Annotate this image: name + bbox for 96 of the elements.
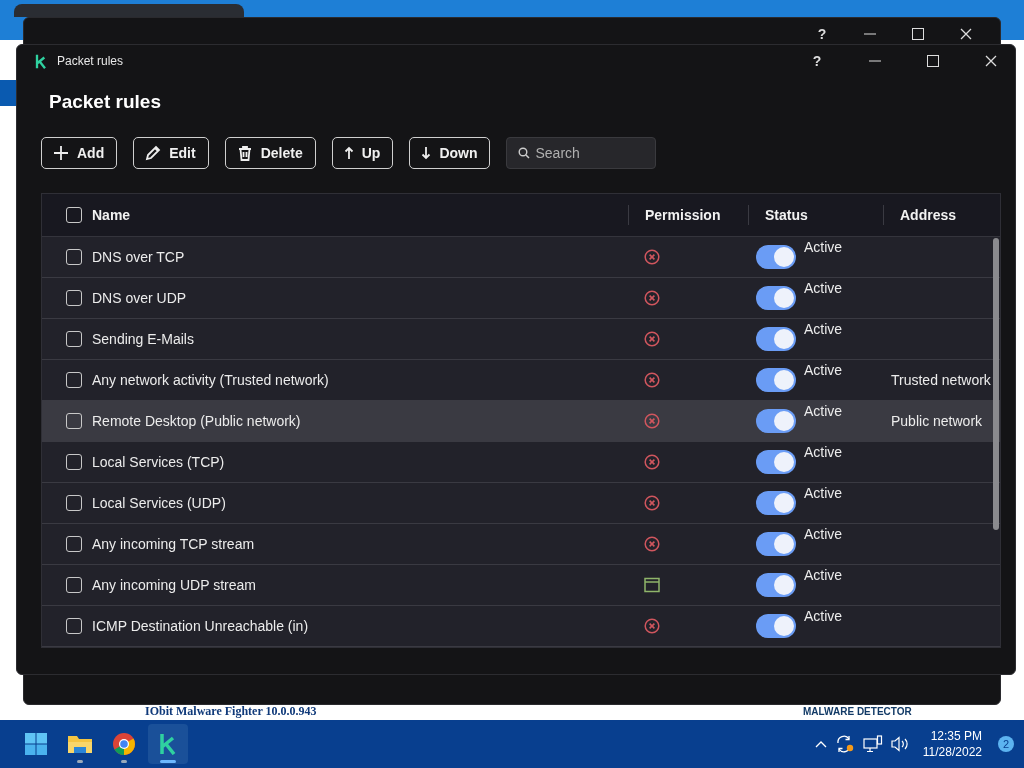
volume-icon[interactable] <box>890 736 911 752</box>
status-text: Active <box>804 608 843 624</box>
column-header[interactable]: Permission <box>645 207 721 223</box>
clock[interactable]: 12:35 PM 11/28/2022 <box>922 728 982 760</box>
row-checkbox[interactable] <box>66 413 82 429</box>
rule-name: Sending E-Mails <box>92 331 194 347</box>
minimize-icon <box>869 60 881 62</box>
delete-button[interactable]: Delete <box>224 137 316 169</box>
table-row[interactable]: ICMP Destination Unreachable (in) Active <box>42 606 1000 647</box>
arrow-up-icon <box>343 146 354 160</box>
close-icon <box>985 55 997 67</box>
rule-name: Any incoming UDP stream <box>92 577 256 593</box>
status-text: Active <box>804 444 843 460</box>
table-row[interactable]: Any network activity (Trusted network) Active Trusted network <box>42 360 1000 401</box>
status-toggle[interactable] <box>756 327 796 351</box>
sync-icon[interactable] <box>834 735 855 753</box>
help-button[interactable]: ? <box>798 23 846 45</box>
taskbar-app[interactable] <box>148 724 188 764</box>
k-logo-icon <box>35 53 47 69</box>
status-text: Active <box>804 362 843 378</box>
status-toggle[interactable] <box>756 491 796 515</box>
select-all-checkbox[interactable] <box>66 207 82 223</box>
rule-name: Local Services (TCP) <box>92 454 225 470</box>
status-text: Active <box>804 526 843 542</box>
search-field[interactable]: Search <box>506 137 657 169</box>
status-toggle[interactable] <box>756 573 796 597</box>
status-text: Active <box>804 403 843 419</box>
search-icon <box>518 147 531 159</box>
row-checkbox[interactable] <box>66 249 82 265</box>
chrome-icon <box>112 732 136 756</box>
table-row[interactable]: DNS over TCP Active <box>42 237 1000 278</box>
help-button[interactable]: ? <box>793 45 841 77</box>
row-checkbox[interactable] <box>66 495 82 511</box>
rule-name: Any incoming TCP stream <box>92 536 255 552</box>
status-text: Active <box>804 280 843 296</box>
status-text: Active <box>804 321 843 337</box>
rule-name: Remote Desktop (Public network) <box>92 413 301 429</box>
column-header[interactable]: Status <box>765 207 808 223</box>
row-checkbox[interactable] <box>66 372 82 388</box>
status-toggle[interactable] <box>756 409 796 433</box>
date-text: 11/28/2022 <box>922 744 982 760</box>
column-header[interactable]: Address <box>900 207 957 223</box>
address-text: Public network <box>891 413 983 429</box>
table-row[interactable]: Any incoming TCP stream Active <box>42 524 1000 565</box>
folder-icon <box>67 733 93 755</box>
table-row[interactable]: Sending E-Mails Active <box>42 319 1000 360</box>
status-text: Active <box>804 239 843 255</box>
column-header[interactable]: Name <box>92 207 131 223</box>
edit-button[interactable]: Edit <box>133 137 209 169</box>
network-icon[interactable] <box>862 735 883 753</box>
table-row[interactable]: DNS over UDP Active <box>42 278 1000 319</box>
status-text: Active <box>804 485 843 501</box>
up-button[interactable]: Up <box>331 137 394 169</box>
table-row[interactable]: Any incoming UDP stream Active <box>42 565 1000 606</box>
rule-name: ICMP Destination Unreachable (in) <box>92 618 309 634</box>
arrow-down-icon <box>421 146 432 160</box>
row-checkbox[interactable] <box>66 577 82 593</box>
status-toggle[interactable] <box>756 245 796 269</box>
rule-name: Any network activity (Trusted network) <box>92 372 329 388</box>
time-text: 12:35 PM <box>930 728 982 744</box>
trash-icon <box>236 145 253 161</box>
row-checkbox[interactable] <box>66 331 82 347</box>
k-logo-icon <box>159 733 177 755</box>
scrollbar[interactable] <box>993 238 999 530</box>
notification-badge[interactable]: 2 <box>998 736 1014 752</box>
table-row[interactable]: Remote Desktop (Public network) Active Public network <box>42 401 1000 442</box>
rule-name: DNS over TCP <box>92 249 185 265</box>
row-checkbox[interactable] <box>66 454 82 470</box>
windows-logo-icon <box>25 733 47 755</box>
table-row[interactable]: Local Services (UDP) Active <box>42 483 1000 524</box>
status-toggle[interactable] <box>756 286 796 310</box>
status-toggle[interactable] <box>756 614 796 638</box>
close-icon <box>960 28 972 40</box>
pencil-icon <box>145 145 162 161</box>
down-button[interactable]: Down <box>409 137 491 169</box>
maximize-icon <box>927 55 939 67</box>
status-text: Active <box>804 567 843 583</box>
chevron-up-icon[interactable] <box>814 740 827 748</box>
page-heading: IObit Malware Fighter 10.0.0.943 <box>145 704 317 719</box>
rule-name: Local Services (UDP) <box>92 495 226 511</box>
minimize-icon <box>864 33 876 35</box>
table-row[interactable]: Local Services (TCP) Active <box>42 442 1000 483</box>
rule-name: DNS over UDP <box>92 290 187 306</box>
row-checkbox[interactable] <box>66 618 82 634</box>
status-toggle[interactable] <box>756 532 796 556</box>
section-label: MALWARE DETECTOR <box>803 706 912 717</box>
add-button[interactable]: Add <box>41 137 118 169</box>
row-checkbox[interactable] <box>66 536 82 552</box>
page-title: Packet rules <box>49 91 162 113</box>
status-toggle[interactable] <box>756 450 796 474</box>
plus-icon <box>53 145 69 161</box>
window-title: Packet rules <box>57 54 125 68</box>
maximize-icon <box>912 28 924 40</box>
status-toggle[interactable] <box>756 368 796 392</box>
address-text: Trusted network <box>891 372 991 388</box>
row-checkbox[interactable] <box>66 290 82 306</box>
